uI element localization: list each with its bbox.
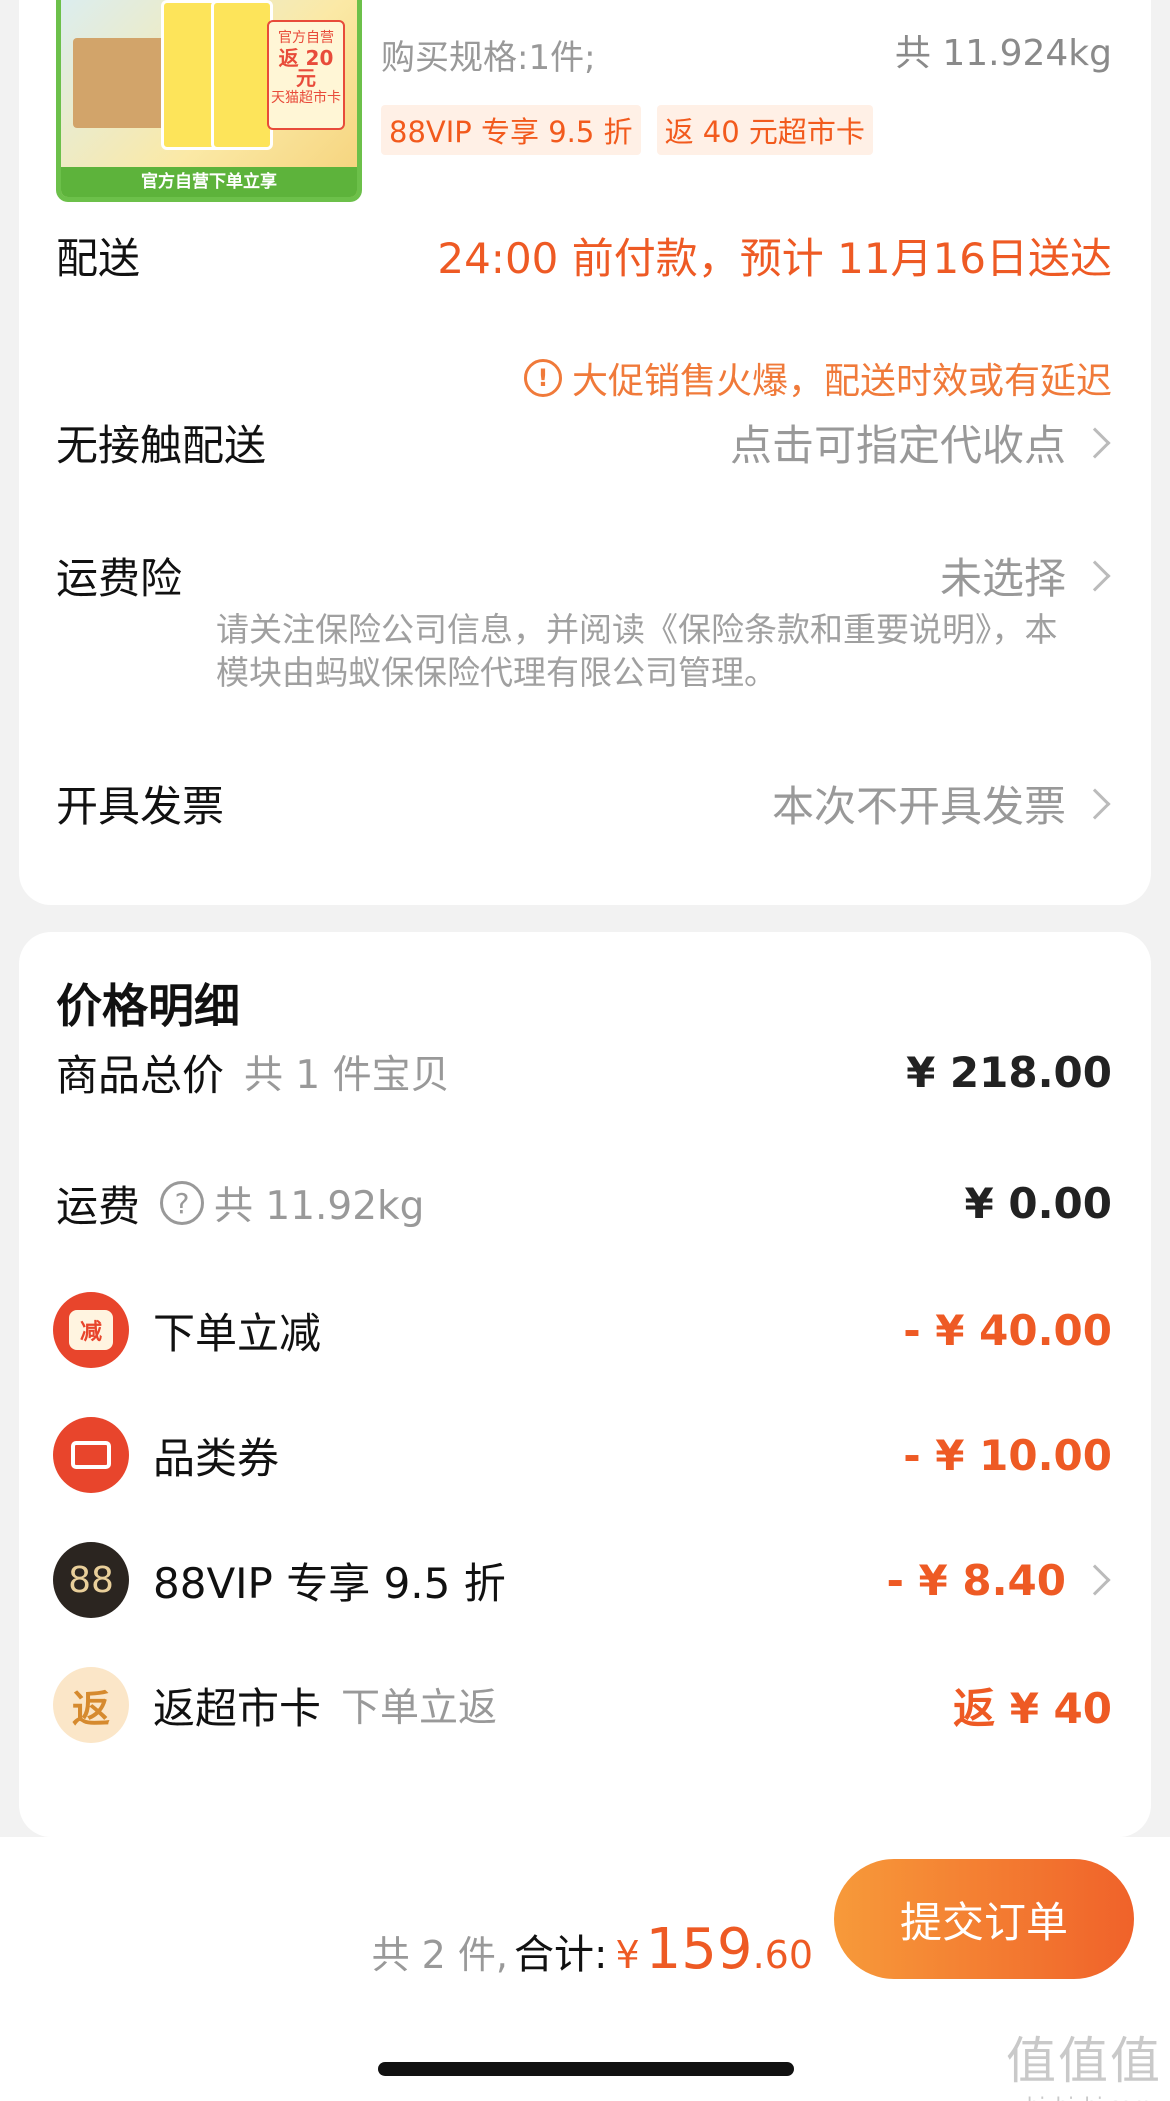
chevron-right-icon xyxy=(1079,426,1111,459)
supermarket-card-value: 返 ¥ 40 xyxy=(953,1683,1112,1733)
checkout-bar: 共 2 件, 合计: ¥ 159 .60 提交订单 值值值 zhizhizhi.… xyxy=(0,1837,1170,2101)
promo-sticker-mid: 返 20 元 xyxy=(278,46,334,90)
item-count: 共 2 件, xyxy=(371,1933,508,1977)
contactless-label: 无接触配送 xyxy=(56,421,267,470)
goods-total-value: ¥ 218.00 xyxy=(906,1047,1112,1097)
insurance-note: 请关注保险公司信息，并阅读《保险条款和重要说明》，本模块由蚂蚁保保险代理有限公司… xyxy=(216,610,1058,692)
total-amount-dec: .60 xyxy=(752,1933,813,1977)
total-currency: ¥ xyxy=(615,1933,640,1977)
warning-icon: ! xyxy=(523,359,562,397)
shipping-fee-value: ¥ 0.00 xyxy=(964,1178,1112,1228)
goods-total-row: 商品总价 共 1 件宝贝 ¥ 218.00 xyxy=(56,1037,1112,1107)
total-label: 合计: xyxy=(514,1932,608,1978)
vip88-value-wrap: - ¥ 8.40 xyxy=(886,1556,1112,1605)
invoice-value: 本次不开具发票 xyxy=(771,782,1066,831)
instant-discount-label: 下单立减 xyxy=(153,1308,322,1358)
home-indicator[interactable] xyxy=(378,2062,794,2076)
shipping-insurance-value: 未选择 xyxy=(939,554,1066,603)
invoice-row[interactable]: 本次不开具发票 xyxy=(772,773,1112,834)
price-detail-card: 价格明细 商品总价 共 1 件宝贝 ¥ 218.00 运费 ? 共 11.92k… xyxy=(19,932,1151,1837)
vip88-label: 88VIP 专享 9.5 折 xyxy=(153,1558,506,1608)
total-amount-int: 159 xyxy=(645,1917,753,1982)
shipping-insurance-row[interactable]: 未选择 xyxy=(940,545,1112,606)
discount-icon-glyph: 减 xyxy=(69,1310,113,1350)
thumb-band: 官方自营下单立享 xyxy=(61,167,357,197)
shipping-fee-sub: ? 共 11.92kg xyxy=(160,1175,424,1231)
contactless-row[interactable]: 点击可指定代收点 xyxy=(730,412,1112,473)
watermark: 值值值 zhizhizhi.com xyxy=(1006,2021,1162,2101)
watermark-logo: 值值值 xyxy=(1006,2032,1162,2090)
supermarket-card-row: 返 返超市卡 下单立返 返 ¥ 40 xyxy=(53,1667,1112,1743)
shipping-fee-label: 运费 xyxy=(56,1181,141,1231)
rebate-icon: 返 xyxy=(53,1667,129,1743)
order-card: 官方自营 返 20 元 天猫超市卡 官方自营下单立享 x2 购买规格:1件; 共… xyxy=(19,0,1151,905)
supermarket-card-label: 返超市卡 xyxy=(153,1683,322,1733)
category-coupon-row: 品类券 - ¥ 10.00 xyxy=(53,1417,1112,1493)
help-icon[interactable]: ? xyxy=(160,1181,205,1225)
chevron-right-icon xyxy=(1079,559,1111,592)
vip88-value: - ¥ 8.40 xyxy=(886,1555,1066,1605)
instant-discount-value: - ¥ 40.00 xyxy=(903,1305,1112,1355)
shipping-weight: 共 11.92kg xyxy=(214,1184,425,1229)
submit-order-button[interactable]: 提交订单 xyxy=(834,1859,1134,1979)
goods-total-label: 商品总价 xyxy=(56,1050,225,1100)
watermark-url: zhizhizhi.com xyxy=(1006,2093,1162,2101)
chevron-right-icon xyxy=(1079,1564,1111,1596)
tag-supermarket-card: 返 40 元超市卡 xyxy=(656,105,873,155)
product-tags: 88VIP 专享 9.5 折 返 40 元超市卡 xyxy=(381,105,873,155)
vip88-row[interactable]: 88 88VIP 专享 9.5 折 - ¥ 8.40 xyxy=(53,1542,1112,1618)
delivery-warning: ! 大促销售火爆，配送时效或有延迟 xyxy=(523,352,1112,404)
product-spec: 购买规格:1件; xyxy=(381,38,596,78)
delivery-warning-text: 大促销售火爆，配送时效或有延迟 xyxy=(571,361,1112,402)
product-pack-image xyxy=(211,0,273,150)
delivery-label: 配送 xyxy=(56,234,141,283)
vip88-icon: 88 xyxy=(53,1542,129,1618)
goods-total-count: 共 1 件宝贝 xyxy=(244,1053,450,1098)
product-weight: 共 11.924kg xyxy=(894,33,1112,74)
promo-sticker-top: 官方自营 xyxy=(278,30,334,46)
instant-discount-row: 减 下单立减 - ¥ 40.00 xyxy=(53,1292,1112,1368)
tag-88vip: 88VIP 专享 9.5 折 xyxy=(381,105,641,155)
invoice-label: 开具发票 xyxy=(56,782,225,831)
category-coupon-label: 品类券 xyxy=(153,1433,280,1483)
shipping-fee-row: 运费 ? 共 11.92kg ¥ 0.00 xyxy=(56,1168,1112,1238)
chevron-right-icon xyxy=(1079,787,1111,820)
promo-sticker: 官方自营 返 20 元 天猫超市卡 xyxy=(267,20,345,130)
discount-icon: 减 xyxy=(53,1292,129,1368)
contactless-value: 点击可指定代收点 xyxy=(729,421,1066,470)
delivery-value: 24:00 前付款，预计 11月16日送达 xyxy=(437,234,1112,283)
price-detail-title: 价格明细 xyxy=(56,979,240,1033)
promo-sticker-sub: 天猫超市卡 xyxy=(271,90,341,106)
shipping-insurance-label: 运费险 xyxy=(56,554,183,603)
coupon-icon xyxy=(53,1417,129,1493)
category-coupon-value: - ¥ 10.00 xyxy=(903,1430,1112,1480)
order-total: 共 2 件, 合计: ¥ 159 .60 xyxy=(372,1917,813,1982)
supermarket-card-sub: 下单立返 xyxy=(341,1686,498,1731)
product-thumbnail[interactable]: 官方自营 返 20 元 天猫超市卡 官方自营下单立享 xyxy=(56,0,362,202)
